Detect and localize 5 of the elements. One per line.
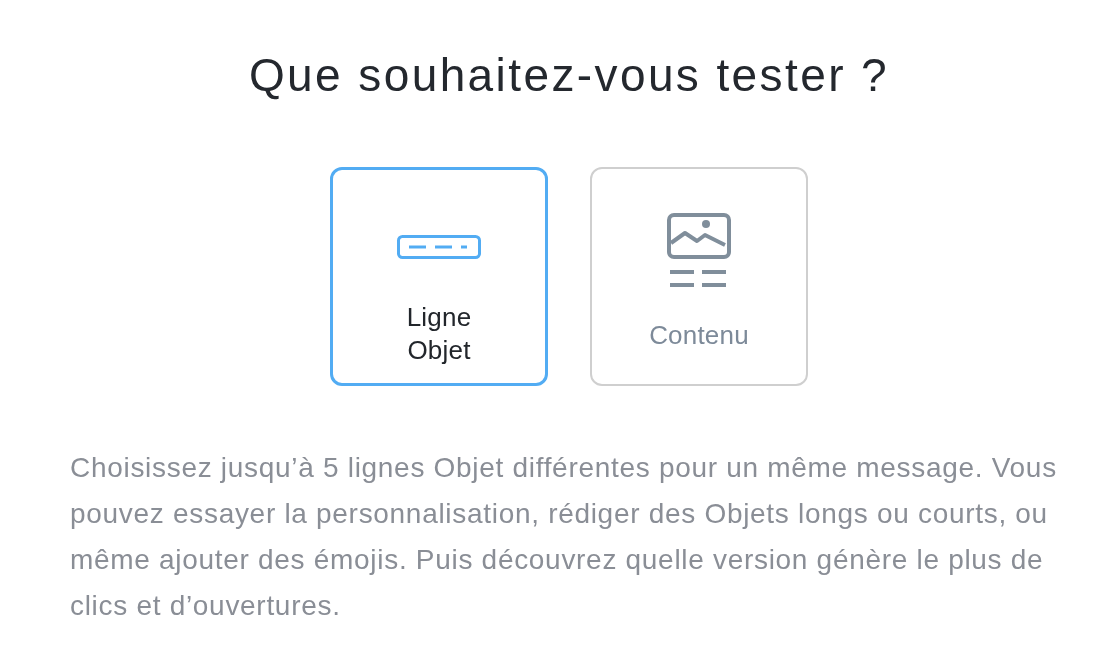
description-text: Choisissez jusqu’à 5 lignes Objet différentes pour un même message. Vous pouvez essayer la personnalisation, rédiger des Objets longs ou courts, ou même ajouter des émojis. Puis découvrez quelle version génère le plus de clics et d’ouvertures. xyxy=(70,451,1058,623)
test-option-card[interactable]: Contenu xyxy=(590,167,808,386)
page-title: Que souhaitez-vous tester ? xyxy=(248,48,890,103)
test-option-card[interactable]: Ligne Objet xyxy=(330,167,548,386)
image-with-text-icon xyxy=(667,213,731,287)
